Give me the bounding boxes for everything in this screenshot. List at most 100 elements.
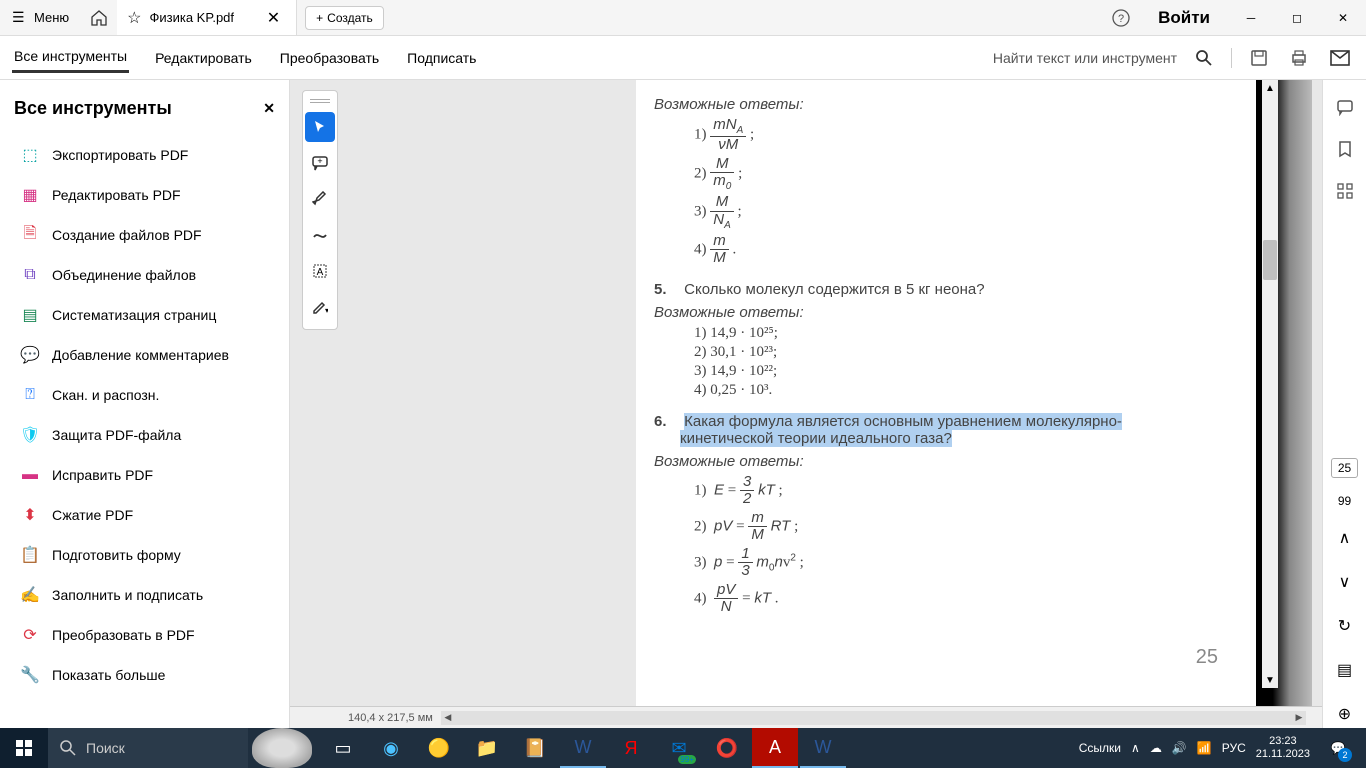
horizontal-scrollbar[interactable]: ◀ ▶: [441, 711, 1306, 725]
acrobat-app[interactable]: A: [752, 728, 798, 768]
save-button[interactable]: [1246, 45, 1272, 71]
menubar-edit[interactable]: Редактировать: [153, 44, 254, 72]
chrome-app[interactable]: 🟡: [416, 728, 462, 768]
page-down-button[interactable]: ∨: [1335, 568, 1355, 596]
app-5[interactable]: 📔: [512, 728, 558, 768]
word-app-2[interactable]: W: [800, 728, 846, 768]
bookmark-panel-button[interactable]: [1332, 136, 1358, 162]
menu-button[interactable]: Меню: [0, 0, 81, 35]
tool-create-pdf[interactable]: 🗎Создание файлов PDF: [14, 215, 275, 255]
svg-text:▾: ▾: [325, 306, 328, 315]
menubar-sign[interactable]: Подписать: [405, 44, 478, 72]
zoom-button[interactable]: ⊕: [1334, 700, 1355, 728]
create-button[interactable]: + Создать: [305, 6, 384, 30]
print-button[interactable]: [1286, 45, 1312, 71]
login-button[interactable]: Войти: [1144, 8, 1224, 28]
help-button[interactable]: ?: [1102, 9, 1140, 27]
start-button[interactable]: [0, 728, 48, 768]
close-window-button[interactable]: ✕: [1320, 0, 1366, 36]
comment-tool[interactable]: +: [305, 148, 335, 178]
document-area: + A ▾ Возможные ответы:: [290, 80, 1322, 728]
document-tab[interactable]: ☆ Физика KP.pdf ✕: [117, 0, 297, 35]
tool-add-comments[interactable]: 💬Добавление комментариев: [14, 335, 275, 375]
tool-prepare-form[interactable]: 📋Подготовить форму: [14, 535, 275, 575]
menubar-convert[interactable]: Преобразовать: [278, 44, 381, 72]
menubar-all-tools[interactable]: Все инструменты: [12, 42, 129, 73]
onedrive-icon[interactable]: ☁: [1150, 741, 1162, 755]
tool-fill-sign[interactable]: ✍Заполнить и подписать: [14, 575, 275, 615]
taskbar-search[interactable]: Поиск: [48, 728, 248, 768]
q4-options: 1) mNAνM ; 2) Mm0 ; 3) MNA ; 4) mM .: [654, 117, 1238, 267]
volume-icon[interactable]: 🔊: [1172, 741, 1187, 755]
q6-options: 1) E = 32 kT ; 2) pV = mM RT ; 3) p = 13…: [654, 474, 1238, 616]
word-app[interactable]: W: [560, 728, 606, 768]
current-page-input[interactable]: 25: [1331, 458, 1358, 478]
search-button[interactable]: [1191, 45, 1217, 71]
scroll-up-button[interactable]: ▲: [1262, 80, 1278, 96]
svg-text:?: ?: [1118, 13, 1124, 25]
mail-app[interactable]: ✉99+: [656, 728, 702, 768]
page-viewport[interactable]: Возможные ответы: 1) mNAνM ; 2) Mm0 ; 3)…: [290, 80, 1322, 706]
tool-redact-pdf[interactable]: ▬Исправить PDF: [14, 455, 275, 495]
scroll-right-button[interactable]: ▶: [1292, 711, 1306, 725]
scroll-thumb[interactable]: [1263, 240, 1277, 280]
page-up-button[interactable]: ∧: [1335, 524, 1355, 552]
share-button[interactable]: [1326, 46, 1354, 70]
notifications-button[interactable]: 💬2: [1320, 728, 1356, 768]
layout-button[interactable]: ▤: [1333, 656, 1356, 684]
chat-panel-button[interactable]: [1332, 94, 1358, 120]
search-label[interactable]: Найти текст или инструмент: [993, 50, 1177, 66]
minimize-button[interactable]: ─: [1228, 0, 1274, 36]
tool-show-more[interactable]: 🔧Показать больше: [14, 655, 275, 695]
links-button[interactable]: Ссылки: [1079, 741, 1121, 755]
seal-decoration: [252, 728, 312, 768]
tool-scan-ocr[interactable]: ⍰Скан. и распозн.: [14, 375, 275, 415]
browser-app[interactable]: ⭕: [704, 728, 750, 768]
page-number: 25: [654, 646, 1238, 669]
edge-app[interactable]: ◉: [368, 728, 414, 768]
tool-organize-pages[interactable]: ▤Систематизация страниц: [14, 295, 275, 335]
tray-chevron[interactable]: ∧: [1131, 741, 1140, 755]
q5-options: 1) 14,9 · 10²⁵; 2) 30,1 · 10²³; 3) 14,9 …: [654, 325, 1238, 399]
grid-icon: [1336, 182, 1354, 200]
tool-label: Подготовить форму: [52, 547, 181, 563]
titlebar: Меню ☆ Физика KP.pdf ✕ + Создать ? Войти…: [0, 0, 1366, 36]
tool-compress-pdf[interactable]: ⬍Сжатие PDF: [14, 495, 275, 535]
wifi-icon[interactable]: 📶: [1197, 741, 1212, 755]
text-select-tool[interactable]: A: [305, 256, 335, 286]
sign-tool[interactable]: ▾: [305, 292, 335, 322]
sidebar-close-button[interactable]: ✕: [263, 100, 275, 117]
tool-export-pdf[interactable]: ⬚Экспортировать PDF: [14, 135, 275, 175]
rotate-button[interactable]: ↻: [1334, 612, 1355, 640]
tool-convert-to-pdf[interactable]: ⟳Преобразовать в PDF: [14, 615, 275, 655]
vertical-scrollbar[interactable]: ▲ ▼: [1262, 80, 1278, 688]
select-tool[interactable]: [305, 112, 335, 142]
date-label: 21.11.2023: [1256, 748, 1310, 761]
language-indicator[interactable]: РУС: [1222, 741, 1246, 755]
tool-label: Сжатие PDF: [52, 507, 133, 523]
q6-opt-3: 3) p = 13 m0nv2 ;: [694, 546, 1238, 580]
tool-protect-pdf[interactable]: 🛡Защита PDF-файла: [14, 415, 275, 455]
tool-combine-files[interactable]: ⧉Объединение файлов: [14, 255, 275, 295]
draw-tool[interactable]: [305, 220, 335, 250]
home-button[interactable]: [81, 0, 117, 35]
svg-text:+: +: [317, 156, 322, 166]
explorer-app[interactable]: 📁: [464, 728, 510, 768]
close-tab-button[interactable]: ✕: [261, 6, 286, 30]
q4-opt-3: 3) MNA ;: [694, 194, 1238, 231]
yandex-app[interactable]: Я: [608, 728, 654, 768]
clock[interactable]: 23:23 21.11.2023: [1256, 735, 1310, 761]
toolbar-drag-handle[interactable]: [310, 99, 330, 105]
tool-edit-pdf[interactable]: ▦Редактировать PDF: [14, 175, 275, 215]
answers-label-6: Возможные ответы:: [654, 453, 1238, 470]
scroll-down-button[interactable]: ▼: [1262, 672, 1278, 688]
tool-label: Добавление комментариев: [52, 347, 229, 363]
combine-icon: ⧉: [20, 265, 40, 285]
maximize-button[interactable]: ◻: [1274, 0, 1320, 36]
scroll-left-button[interactable]: ◀: [441, 711, 455, 725]
thumbnails-panel-button[interactable]: [1332, 178, 1358, 204]
highlight-tool[interactable]: [305, 184, 335, 214]
task-view-button[interactable]: ▭: [320, 728, 366, 768]
answers-label: Возможные ответы:: [654, 96, 1238, 113]
vertical-toolbar: + A ▾: [302, 90, 338, 330]
